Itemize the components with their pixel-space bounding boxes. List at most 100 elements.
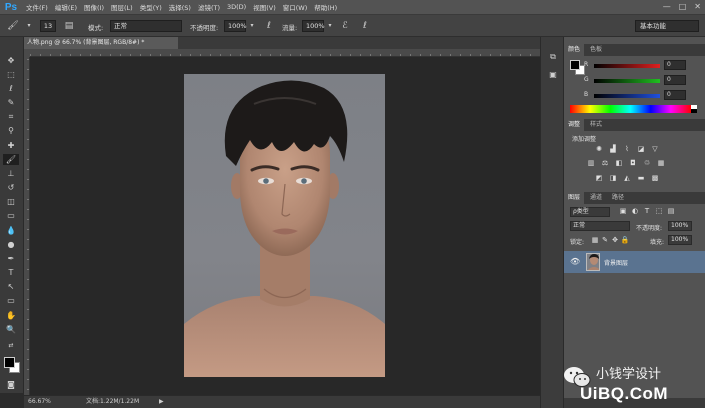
marquee-tool-icon[interactable]: ⬚ [3,69,19,80]
green-value[interactable]: 0 [664,75,686,85]
opacity-dropdown-icon[interactable]: ▾ [248,20,256,32]
quick-select-tool-icon[interactable]: ✎ [3,97,19,108]
move-tool-icon[interactable]: ✥ [3,55,19,66]
channel-mixer-icon[interactable]: ♲ [642,159,652,168]
eyedropper-tool-icon[interactable]: ⚲ [3,125,19,136]
tab-swatches[interactable]: 色板 [586,44,606,56]
menu-window[interactable]: 窗口(W) [283,2,308,12]
path-select-tool-icon[interactable]: ↖ [3,281,19,292]
status-menu-arrow-icon[interactable]: ▶ [159,396,164,408]
black-white-icon[interactable]: ◧ [614,159,624,168]
document-tab[interactable]: 人物.png @ 66.7% (背景图层, RGB/8#) * [24,37,178,49]
properties-panel-icon[interactable]: ▣ [547,69,559,81]
minimize-button[interactable]: — [663,2,671,11]
panel-foreground-swatch[interactable] [570,60,580,70]
filter-type-icon[interactable]: T [642,207,652,216]
pen-tool-icon[interactable]: ✒ [3,253,19,264]
blue-slider[interactable] [594,94,660,98]
menu-help[interactable]: 帮助(H) [314,2,337,12]
tab-layers[interactable]: 图层 [564,192,585,204]
posterize-icon[interactable]: ◨ [608,174,618,183]
healing-tool-icon[interactable]: ✚ [3,140,19,151]
flow-dropdown-icon[interactable]: ▾ [326,20,334,32]
tab-adjustments[interactable]: 调整 [564,119,585,131]
menu-select[interactable]: 选择(S) [169,2,191,12]
blend-mode-select[interactable]: 正常 [570,221,630,231]
fill-input[interactable]: 100% [668,235,692,245]
invert-icon[interactable]: ◩ [594,174,604,183]
workspace-select[interactable]: 基本功能 [635,20,699,32]
hue-saturation-icon[interactable]: ▥ [586,159,596,168]
opacity-input[interactable]: 100% [224,20,247,32]
menu-view[interactable]: 视图(V) [253,2,276,12]
layer-name[interactable]: 背景图层 [604,258,628,267]
gradient-tool-icon[interactable]: ▭ [3,210,19,221]
quick-mask-icon[interactable]: ◙ [3,379,19,390]
menu-file[interactable]: 文件(F) [26,2,48,12]
green-slider[interactable] [594,79,660,83]
document-image[interactable] [184,74,385,377]
menu-3d[interactable]: 3D(D) [227,3,246,11]
selective-color-icon[interactable]: ▩ [650,174,660,183]
layer-filter-select[interactable]: ρ类型 [570,207,610,217]
filter-pixel-icon[interactable]: ▣ [618,207,628,216]
eraser-tool-icon[interactable]: ◫ [3,196,19,207]
menu-filter[interactable]: 滤镜(T) [198,2,220,12]
close-button[interactable]: ✕ [694,2,701,11]
brush-dropdown-icon[interactable]: ▾ [22,20,36,32]
brush-tool-icon[interactable]: 🖌 [6,20,20,32]
lock-pixels-icon[interactable]: ▦ [590,236,600,245]
hand-tool-icon[interactable]: ✋ [3,310,19,321]
blur-tool-icon[interactable]: 💧 [3,225,19,236]
history-panel-icon[interactable]: ⧉ [547,51,559,63]
filter-shape-icon[interactable]: ⬚ [654,207,664,216]
tab-styles[interactable]: 样式 [586,119,606,131]
tab-paths[interactable]: 路径 [608,192,628,204]
red-value[interactable]: 0 [664,60,686,70]
swap-colors-icon[interactable]: ⇄ [3,340,19,351]
layer-row-background[interactable]: 👁 背景图层 [564,251,705,273]
zoom-tool-icon[interactable]: 🔍 [3,324,19,335]
photo-filter-icon[interactable]: ◘ [628,159,638,168]
filter-smart-icon[interactable]: ▤ [666,207,676,216]
pressure-opacity-icon[interactable]: ℓ [262,20,276,32]
zoom-level[interactable]: 66.67% [28,396,51,408]
type-tool-icon[interactable]: T [3,267,19,278]
flow-input[interactable]: 100% [302,20,325,32]
lock-paint-icon[interactable]: ✎ [600,236,610,245]
brightness-icon[interactable]: ✺ [594,145,604,154]
threshold-icon[interactable]: ◭ [622,174,632,183]
tab-channels[interactable]: 通道 [586,192,606,204]
history-brush-tool-icon[interactable]: ↺ [3,182,19,193]
red-slider[interactable] [594,64,660,68]
color-balance-icon[interactable]: ⚖ [600,159,610,168]
tab-color[interactable]: 颜色 [564,44,585,56]
curves-icon[interactable]: ⌇ [622,145,632,154]
levels-icon[interactable]: ▟ [608,145,618,154]
crop-tool-icon[interactable]: ⌗ [3,111,19,122]
menu-type[interactable]: 类型(Y) [140,2,162,12]
lock-move-icon[interactable]: ✥ [610,236,620,245]
stamp-tool-icon[interactable]: ⊥ [3,168,19,179]
brush-tool-icon[interactable]: 🖌 [3,154,19,165]
menu-edit[interactable]: 编辑(E) [55,2,77,12]
color-lookup-icon[interactable]: ▦ [656,159,666,168]
menu-image[interactable]: 图像(I) [84,2,104,12]
black-white-picker[interactable] [691,105,697,113]
mode-select[interactable]: 正常 [110,20,182,32]
filter-adjust-icon[interactable]: ◐ [630,207,640,216]
color-spectrum[interactable] [570,105,691,113]
brush-panel-icon[interactable]: ▤ [62,20,76,32]
shape-tool-icon[interactable]: ▭ [3,295,19,306]
blue-value[interactable]: 0 [664,90,686,100]
exposure-icon[interactable]: ◪ [636,145,646,154]
gradient-map-icon[interactable]: ▬ [636,174,646,183]
lasso-tool-icon[interactable]: ℓ [3,83,19,94]
airbrush-icon[interactable]: ℰ [338,20,352,32]
pressure-size-icon[interactable]: ℓ [358,20,372,32]
visibility-eye-icon[interactable]: 👁 [570,257,580,266]
lock-all-icon[interactable]: 🔒 [620,236,630,245]
menu-layer[interactable]: 图层(L) [111,2,133,12]
brush-size-preset[interactable]: 13 [40,20,56,32]
layer-opacity-input[interactable]: 100% [668,221,692,231]
